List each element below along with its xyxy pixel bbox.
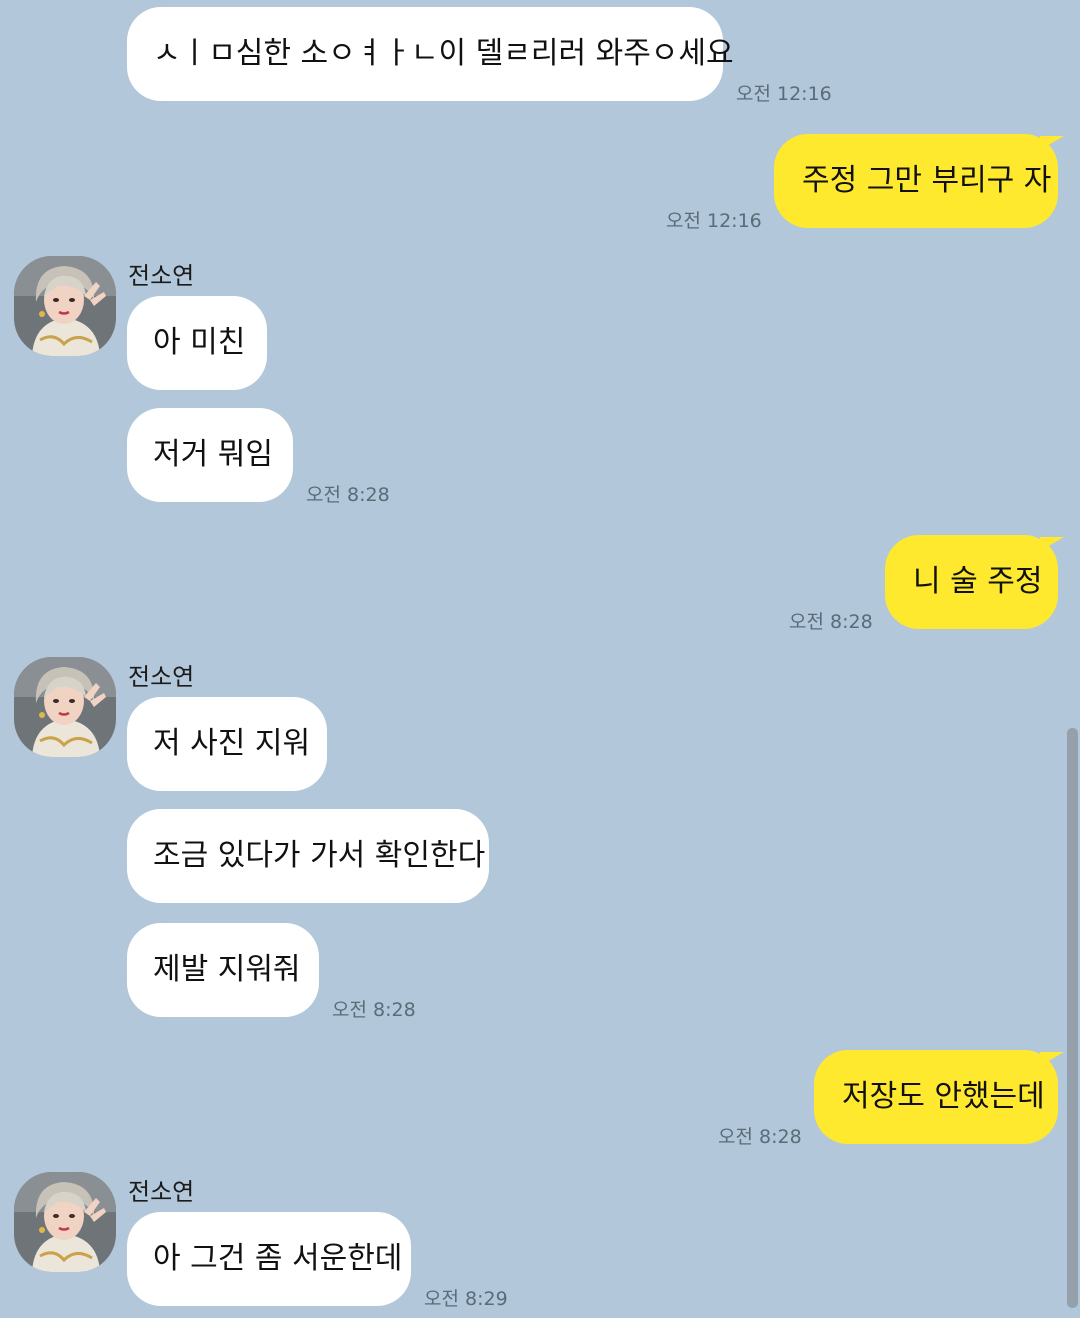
message-timestamp: 오전 8:28 — [332, 999, 416, 1021]
message-timestamp: 오전 12:16 — [736, 83, 832, 105]
sender-name: 전소연 — [128, 1178, 195, 1206]
incoming-message-bubble[interactable]: 아 미친 — [127, 296, 267, 390]
message-timestamp: 오전 8:28 — [789, 611, 873, 633]
bubble-tail — [1040, 537, 1064, 551]
incoming-message-bubble[interactable]: ㅅㅣㅁ심한 소ㅇㅕㅏㄴ이 델ㄹ리러 와주ㅇ세요 — [127, 7, 734, 101]
profile-photo-icon — [14, 657, 116, 757]
chat-room: ㅅㅣㅁ심한 소ㅇㅕㅏㄴ이 델ㄹ리러 와주ㅇ세요 오전 12:16 주정 그만 부… — [0, 0, 1080, 1318]
incoming-message-bubble[interactable]: 조금 있다가 가서 확인한다 — [127, 809, 489, 903]
incoming-message-bubble[interactable]: 저 사진 지워 — [127, 697, 327, 791]
avatar[interactable] — [14, 657, 116, 757]
message-timestamp: 오전 8:29 — [424, 1288, 508, 1310]
incoming-message-bubble[interactable]: 저거 뭐임 — [127, 408, 293, 502]
message-timestamp: 오전 8:28 — [306, 484, 390, 506]
incoming-message-bubble[interactable]: 아 그건 좀 서운한데 — [127, 1212, 411, 1306]
outgoing-message-bubble[interactable]: 저장도 안했는데 — [814, 1050, 1058, 1144]
profile-photo-icon — [14, 256, 116, 356]
bubble-tail — [1040, 1052, 1064, 1066]
scrollbar[interactable] — [1067, 728, 1078, 1308]
avatar[interactable] — [14, 1172, 116, 1272]
sender-name: 전소연 — [128, 262, 195, 290]
outgoing-message-bubble[interactable]: 주정 그만 부리구 자 — [774, 134, 1058, 228]
message-timestamp: 오전 12:16 — [666, 210, 762, 232]
message-timestamp: 오전 8:28 — [718, 1126, 802, 1148]
profile-photo-icon — [14, 1172, 116, 1272]
avatar[interactable] — [14, 256, 116, 356]
incoming-message-bubble[interactable]: 제발 지워줘 — [127, 923, 319, 1017]
bubble-tail — [1040, 136, 1064, 150]
sender-name: 전소연 — [128, 663, 195, 691]
outgoing-message-bubble[interactable]: 니 술 주정 — [885, 535, 1058, 629]
